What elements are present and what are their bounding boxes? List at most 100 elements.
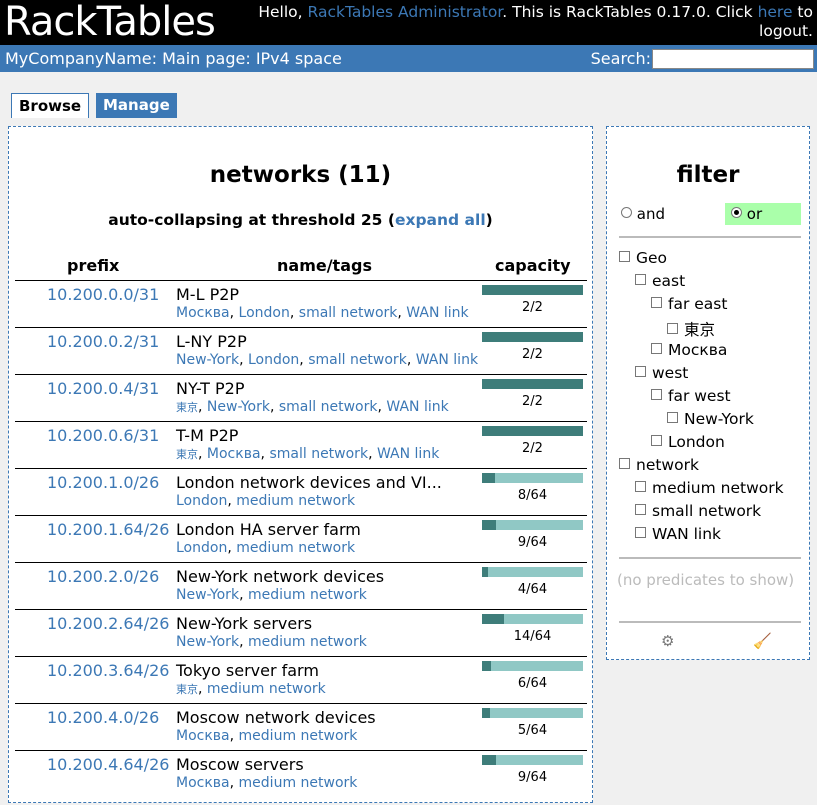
tag-checkbox[interactable] (635, 481, 646, 492)
content-area: networks (11) auto-collapsing at thresho… (0, 118, 817, 805)
network-row: 10.200.3.64/26 Tokyo server farm 東京, mediu… (15, 656, 587, 703)
network-name: M-L P2P (176, 285, 240, 304)
tag-tree-item: WAN link (619, 525, 809, 548)
tag-link[interactable]: Москва (176, 728, 230, 744)
capacity-text: 2/2 (522, 441, 543, 456)
tag-link[interactable]: WAN link (416, 352, 478, 368)
tag-link[interactable]: small network (308, 352, 407, 368)
tag-link[interactable]: WAN link (377, 446, 439, 462)
tag-link[interactable]: Москва (176, 775, 230, 791)
network-prefix-link[interactable]: 10.200.4.0/26 (47, 708, 159, 727)
tag-link[interactable]: New-York (207, 399, 270, 415)
tag-label: Geo (636, 249, 668, 267)
tag-link[interactable]: New-York (176, 352, 239, 368)
capacity-bar (482, 520, 583, 530)
network-row: 10.200.2.0/26 New-York network devices New… (15, 562, 587, 609)
tag-link[interactable]: 東京 (176, 683, 198, 696)
capacity-bar (482, 379, 583, 389)
expand-all-link[interactable]: expand all (395, 211, 486, 229)
tag-checkbox[interactable] (635, 366, 646, 377)
tag-link[interactable]: medium network (207, 681, 326, 697)
network-row: 10.200.2.64/26 New-York servers New-York, … (15, 609, 587, 656)
network-prefix-link[interactable]: 10.200.2.64/26 (47, 614, 169, 633)
tab-browse[interactable]: Browse (11, 93, 90, 119)
tag-link[interactable]: 東京 (176, 401, 198, 414)
user-link[interactable]: RackTables Administrator (308, 3, 503, 21)
tag-link[interactable]: medium network (248, 587, 367, 603)
tag-link[interactable]: Москва (207, 446, 261, 462)
greeting-prefix: Hello, (258, 3, 308, 21)
breadcrumb-main-page[interactable]: Main page (162, 49, 245, 68)
tag-link[interactable]: small network (279, 399, 378, 415)
search-input[interactable] (652, 49, 814, 69)
tag-label: east (652, 272, 686, 290)
broom-icon[interactable]: 🧹 (753, 632, 772, 650)
logout-link[interactable]: here (758, 3, 793, 21)
tag-link[interactable]: New-York (176, 634, 239, 650)
tag-link[interactable]: WAN link (406, 305, 468, 321)
network-prefix-link[interactable]: 10.200.0.6/31 (47, 426, 159, 445)
network-prefix-link[interactable]: 10.200.0.4/31 (47, 379, 159, 398)
tab-manage[interactable]: Manage (96, 93, 177, 118)
tag-link[interactable]: London (176, 540, 227, 556)
tag-link[interactable]: medium network (248, 634, 367, 650)
no-predicates-note: (no predicates to show) (617, 571, 795, 589)
tag-link[interactable]: London (176, 493, 227, 509)
tag-checkbox[interactable] (651, 389, 662, 400)
tag-link[interactable]: London (248, 352, 299, 368)
tag-link[interactable]: medium network (239, 775, 358, 791)
network-row: 10.200.4.0/26 Moscow network devices Москв… (15, 703, 587, 750)
and-radio[interactable] (621, 207, 632, 218)
tag-checkbox[interactable] (651, 343, 662, 354)
tag-label: network (636, 456, 699, 474)
tag-label: New-York (684, 410, 754, 428)
tag-checkbox[interactable] (635, 527, 646, 538)
filter-panel: filter and or Geo east far east 東京 Москва wes… (606, 126, 810, 660)
tag-checkbox[interactable] (651, 297, 662, 308)
tag-link[interactable]: WAN link (386, 399, 448, 415)
capacity-text: 9/64 (517, 535, 548, 550)
tag-link[interactable]: London (239, 305, 290, 321)
tag-link[interactable]: medium network (236, 493, 355, 509)
tag-link[interactable]: small network (269, 446, 368, 462)
tag-checkbox[interactable] (635, 274, 646, 285)
capacity-cell: 9/64 (482, 520, 583, 550)
networks-title: networks (11) (209, 162, 392, 188)
tag-link[interactable]: Москва (176, 305, 230, 321)
tag-link[interactable]: small network (299, 305, 398, 321)
tag-label: Москва (668, 341, 728, 359)
tag-tree-item: far west (619, 387, 809, 410)
tag-checkbox[interactable] (667, 323, 678, 334)
tag-separator: , (229, 728, 239, 744)
tag-checkbox[interactable] (619, 251, 630, 262)
racktables-logo[interactable]: RackTables (4, 0, 216, 47)
tag-separator: , (229, 775, 239, 791)
tag-link[interactable]: medium network (236, 540, 355, 556)
breadcrumb-current-page[interactable]: IPv4 space (256, 49, 342, 68)
network-prefix-link[interactable]: 10.200.0.0/31 (47, 285, 159, 304)
tag-checkbox[interactable] (667, 412, 678, 423)
tag-link[interactable]: 東京 (176, 448, 198, 461)
tag-checkbox[interactable] (619, 458, 630, 469)
tab-strip: Browse Manage (0, 72, 817, 119)
or-option[interactable]: or (725, 203, 801, 225)
tag-checkbox[interactable] (651, 435, 662, 446)
network-prefix-link[interactable]: 10.200.0.2/31 (47, 332, 159, 351)
capacity-cell: 4/64 (482, 567, 583, 597)
tag-checkbox[interactable] (635, 504, 646, 515)
network-prefix-link[interactable]: 10.200.3.64/26 (47, 661, 169, 680)
capacity-cell: 5/64 (482, 708, 583, 738)
network-prefix-link[interactable]: 10.200.2.0/26 (47, 567, 159, 586)
capacity-cell: 6/64 (482, 661, 583, 691)
network-prefix-link[interactable]: 10.200.4.64/26 (47, 755, 169, 774)
network-row: 10.200.1.0/26 London network devices and … (15, 468, 587, 515)
tag-link[interactable]: medium network (239, 728, 358, 744)
capacity-cell: 8/64 (482, 473, 583, 503)
network-prefix-link[interactable]: 10.200.1.64/26 (47, 520, 169, 539)
breadcrumb-company[interactable]: MyCompanyName (5, 49, 152, 68)
or-radio[interactable] (731, 207, 742, 218)
gear-icon[interactable]: ⚙ (661, 632, 674, 650)
tag-link[interactable]: New-York (176, 587, 239, 603)
and-option[interactable]: and (621, 205, 665, 223)
network-prefix-link[interactable]: 10.200.1.0/26 (47, 473, 159, 492)
